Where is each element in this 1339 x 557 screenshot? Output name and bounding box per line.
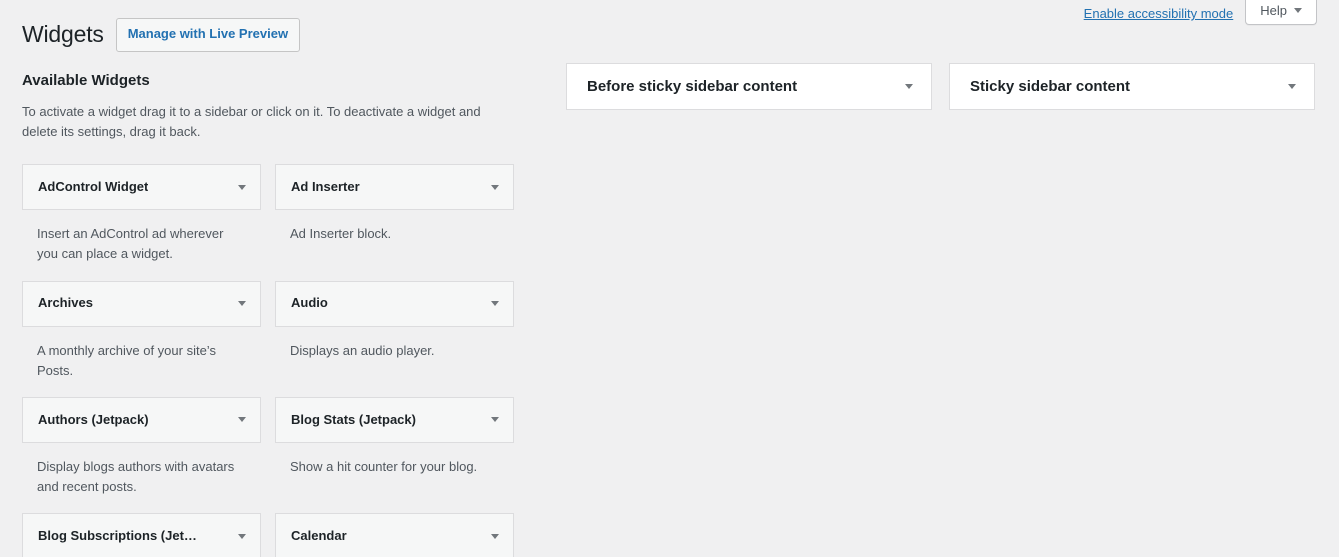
widget-description: Ad Inserter block.: [290, 226, 392, 242]
sidebar-name: Sticky sidebar content: [970, 78, 1131, 95]
widget-cell: AdControl Widget Insert an AdControl ad w…: [22, 164, 261, 280]
available-widgets-panel: Available Widgets To activate a widget d…: [22, 70, 515, 557]
help-tab-button[interactable]: Help: [1245, 0, 1317, 25]
available-widget-item[interactable]: Archives: [22, 280, 261, 327]
chevron-down-icon[interactable]: [491, 417, 499, 423]
chevron-down-icon: [1294, 8, 1302, 13]
help-tab-label: Help: [1260, 3, 1287, 18]
widget-cell: Archives A monthly archive of your site’s…: [22, 280, 261, 397]
widget-title: Audio: [291, 295, 328, 311]
sidebar-drop-zone[interactable]: Before sticky sidebar content: [566, 63, 932, 110]
widget-title: Calendar: [291, 528, 347, 544]
available-widgets-heading: Available Widgets: [22, 72, 150, 89]
available-widget-item[interactable]: Authors (Jetpack): [22, 396, 261, 443]
chevron-down-icon[interactable]: [1288, 84, 1296, 89]
chevron-down-icon[interactable]: [238, 533, 246, 539]
chevron-down-icon[interactable]: [238, 184, 246, 190]
widget-title: Blog Stats (Jetpack): [291, 411, 416, 427]
available-widget-item[interactable]: Audio: [275, 280, 514, 327]
sidebar-drop-zone[interactable]: Sticky sidebar content: [949, 63, 1315, 110]
chevron-down-icon[interactable]: [238, 417, 246, 423]
available-widgets-grid: AdControl Widget Insert an AdControl ad w…: [22, 164, 515, 557]
widget-description: Insert an AdControl ad wherever you can …: [37, 226, 224, 262]
widget-cell: CalendarA calendar of your site’s Posts.: [275, 513, 514, 557]
widget-cell: Audio Displays an audio player.: [275, 280, 514, 397]
manage-with-live-preview-button[interactable]: Manage with Live Preview: [115, 18, 301, 52]
chevron-down-icon[interactable]: [491, 301, 499, 307]
enable-accessibility-mode-link[interactable]: Enable accessibility mode: [1084, 0, 1246, 28]
available-widget-item[interactable]: Calendar: [275, 513, 514, 557]
widget-cell: Blog Stats (Jetpack) Show a hit counter f…: [275, 396, 514, 513]
chevron-down-icon[interactable]: [491, 533, 499, 539]
chevron-down-icon[interactable]: [905, 84, 913, 89]
available-widgets-intro: To activate a widget drag it to a sideba…: [22, 104, 481, 140]
available-widget-item[interactable]: Blog Stats (Jetpack): [275, 396, 514, 443]
widget-description: A monthly archive of your site’s Posts.: [37, 342, 216, 378]
widget-cell: Ad Inserter Ad Inserter block.: [275, 164, 514, 280]
page-title: Widgets: [22, 20, 104, 47]
screen-meta-links: Enable accessibility mode Help: [1084, 0, 1317, 30]
widget-title: Ad Inserter: [291, 179, 360, 195]
widget-description: Displays an audio player.: [290, 342, 435, 358]
available-widget-item[interactable]: Ad Inserter: [275, 164, 514, 211]
available-widget-item[interactable]: Blog Subscriptions (Jet…: [22, 513, 261, 557]
chevron-down-icon[interactable]: [238, 301, 246, 307]
widgets-admin-page: Enable accessibility mode Help Widgets M…: [0, 0, 1339, 557]
sidebar-name: Before sticky sidebar content: [587, 78, 798, 95]
page-title-row: Widgets Manage with Live Preview: [22, 18, 301, 52]
widget-cell: Blog Subscriptions (Jet…Add an email sig…: [22, 513, 261, 557]
widget-title: Archives: [38, 295, 93, 311]
sidebars-container: Before sticky sidebar content Sticky side…: [566, 63, 1315, 110]
widget-description: Display blogs authors with avatars and r…: [37, 458, 235, 494]
widget-description: Show a hit counter for your blog.: [290, 458, 478, 474]
available-widget-item[interactable]: AdControl Widget: [22, 164, 261, 211]
chevron-down-icon[interactable]: [491, 184, 499, 190]
widget-title: AdControl Widget: [38, 179, 149, 195]
widget-cell: Authors (Jetpack) Display blogs authors w…: [22, 396, 261, 513]
widget-title: Authors (Jetpack): [38, 411, 149, 427]
widget-title: Blog Subscriptions (Jet…: [38, 528, 197, 544]
